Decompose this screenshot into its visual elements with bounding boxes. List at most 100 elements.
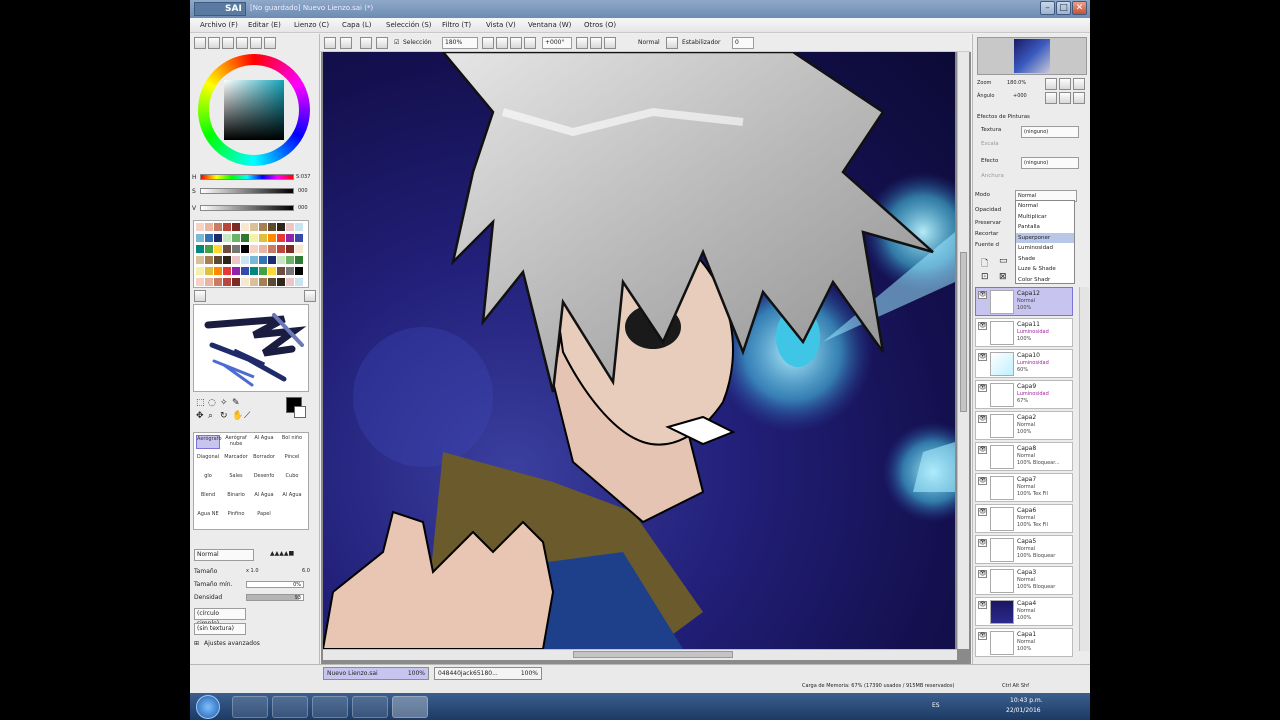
brush-tool[interactable]: Al Agua (280, 492, 304, 506)
layer-row[interactable]: 👁 Capa7 Normal 100% Tex Fil (975, 473, 1073, 502)
color-swatch[interactable] (196, 245, 204, 253)
deselect-button[interactable] (360, 37, 372, 49)
color-swatch[interactable] (286, 223, 294, 231)
color-swatch[interactable] (223, 245, 231, 253)
color-swatch[interactable] (295, 234, 303, 242)
color-swatch[interactable] (295, 245, 303, 253)
color-swatch[interactable] (205, 245, 213, 253)
color-swatch[interactable] (232, 267, 240, 275)
value-slider[interactable] (200, 205, 294, 211)
nav-zoom-in[interactable] (1059, 78, 1071, 90)
brush-shape-select[interactable]: (círculo simple) (194, 608, 246, 627)
color-swatch[interactable] (259, 234, 267, 242)
blend-mode-option[interactable]: Shade (1016, 254, 1074, 265)
zoom-in-button[interactable] (496, 37, 508, 49)
angle-field[interactable]: +000° (542, 37, 572, 49)
color-swatch[interactable] (277, 245, 285, 253)
color-swatch[interactable] (268, 256, 276, 264)
color-swatch[interactable] (295, 256, 303, 264)
visibility-icon[interactable]: 👁 (978, 539, 987, 547)
color-swatch[interactable] (232, 245, 240, 253)
color-swatch[interactable] (259, 278, 267, 286)
preserve-opacity-checkbox[interactable]: Preservar (975, 220, 1001, 226)
navigator-preview[interactable] (977, 37, 1087, 75)
menu-filtro[interactable]: Filtro (T) (442, 21, 471, 29)
layer-row[interactable]: 👁 Capa6 Normal 100% Tex Fil (975, 504, 1073, 533)
magic-wand-icon[interactable]: ✧ (220, 398, 228, 408)
nav-rotate-reset[interactable] (1073, 92, 1085, 104)
nav-rotate-right[interactable] (1059, 92, 1071, 104)
crop-button[interactable] (376, 37, 388, 49)
taskbar-folder-icon[interactable] (232, 696, 268, 718)
layer-row[interactable]: 👁 Capa12 Normal 100% (975, 287, 1073, 316)
brush-tool[interactable]: Pinfino (224, 511, 248, 525)
zoom-fit-button[interactable] (510, 37, 522, 49)
horizontal-scrollbar[interactable] (323, 649, 957, 660)
color-swatch[interactable] (196, 267, 204, 275)
zoom-icon[interactable]: ⌕ (208, 411, 213, 421)
eyedropper-icon[interactable]: ⟋ (244, 411, 250, 421)
color-swatch[interactable] (268, 278, 276, 286)
hue-slider[interactable] (200, 174, 294, 180)
selection-source-checkbox[interactable]: Fuente d (975, 242, 999, 248)
layer-row[interactable]: 👁 Capa4 Normal 100% (975, 597, 1073, 626)
min-size-slider[interactable]: 0% (246, 581, 304, 588)
rotate-reset-button[interactable] (604, 37, 616, 49)
nav-zoom-fit[interactable] (1073, 78, 1085, 90)
color-swatch[interactable] (277, 267, 285, 275)
advanced-settings-toggle[interactable]: ⊞ (194, 640, 199, 647)
color-swatch[interactable] (286, 267, 294, 275)
minimize-button[interactable]: – (1040, 1, 1055, 15)
menu-seleccion[interactable]: Selección (S) (386, 21, 432, 29)
layer-row[interactable]: 👁 Capa9 Luminosidad 67% (975, 380, 1073, 409)
brush-tool[interactable]: Bol niño (280, 435, 304, 449)
color-swatch[interactable] (277, 234, 285, 242)
scratchpad[interactable] (193, 304, 309, 392)
color-swatch[interactable] (214, 245, 222, 253)
layer-row[interactable]: 👁 Capa5 Normal 100% Bloquear (975, 535, 1073, 564)
brush-tool[interactable]: Aerógrafo (196, 435, 222, 449)
rotate-right-button[interactable] (590, 37, 602, 49)
maximize-button[interactable]: □ (1056, 1, 1071, 15)
selection-pen-icon[interactable]: ✎ (232, 398, 240, 408)
close-button[interactable]: ✕ (1072, 1, 1087, 15)
color-swatch[interactable] (295, 267, 303, 275)
color-swatch[interactable] (241, 223, 249, 231)
color-swatch[interactable] (286, 234, 294, 242)
blend-mode-option[interactable]: Color Shadr (1016, 275, 1074, 286)
language-indicator[interactable]: ES (932, 702, 940, 709)
color-swatch[interactable] (259, 223, 267, 231)
color-swatch[interactable] (250, 223, 258, 231)
brush-tool[interactable]: Aerógraf nube (224, 435, 248, 449)
new-layer-icon[interactable]: 🗋 (981, 256, 988, 272)
rotate-icon[interactable]: ↻ (220, 411, 228, 421)
menu-capa[interactable]: Capa (L) (342, 21, 372, 29)
blend-mode-option[interactable]: Luze & Shade (1016, 264, 1074, 275)
brush-tool[interactable]: Cubo (280, 473, 304, 487)
color-swatch[interactable] (268, 245, 276, 253)
menu-lienzo[interactable]: Lienzo (C) (294, 21, 329, 29)
visibility-icon[interactable]: 👁 (978, 632, 987, 640)
brush-shape-presets[interactable]: ▲▲▲▲■ (270, 550, 314, 559)
select-rect-icon[interactable]: ⬚ (196, 398, 205, 408)
color-swatch[interactable] (205, 267, 213, 275)
color-swatch[interactable] (223, 267, 231, 275)
swatches-tab[interactable] (236, 37, 248, 49)
brush-texture-select[interactable]: (sin textura) (194, 623, 246, 635)
swatch-palette[interactable] (193, 220, 309, 288)
lasso-icon[interactable]: ◌ (208, 398, 216, 408)
color-swatch[interactable] (268, 234, 276, 242)
undo-button[interactable] (324, 37, 336, 49)
color-swatch[interactable] (214, 278, 222, 286)
texture-select[interactable]: (ninguno) (1021, 126, 1079, 138)
start-button[interactable] (196, 695, 220, 719)
blend-mode-option[interactable]: Normal (1016, 201, 1074, 212)
color-swatch[interactable] (214, 223, 222, 231)
brush-tool[interactable]: Al Agua (252, 435, 276, 449)
visibility-icon[interactable]: 👁 (978, 384, 987, 392)
color-swatch[interactable] (241, 234, 249, 242)
color-swatch[interactable] (241, 256, 249, 264)
zoom-field[interactable]: 180% (442, 37, 478, 49)
visibility-icon[interactable]: 👁 (978, 477, 987, 485)
taskbar-app-icon[interactable] (352, 696, 388, 718)
